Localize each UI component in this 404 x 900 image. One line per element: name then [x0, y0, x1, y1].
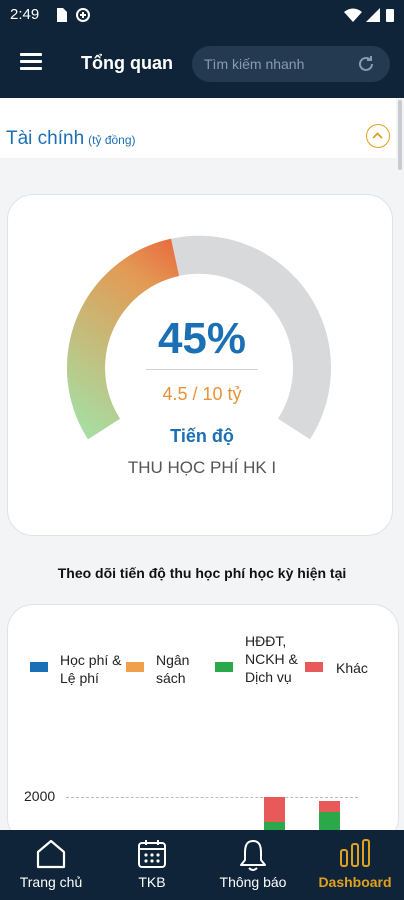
legend-item-research: HĐĐT, NCKH & Dịch vụ	[245, 633, 298, 685]
y-tick-label: 2000	[24, 788, 56, 804]
status-time: 2:49	[10, 6, 40, 23]
tracking-title: Theo dõi tiến độ thu học phí học kỳ hiện…	[57, 565, 347, 581]
nav-item-home[interactable]: Trang chủ	[10, 830, 92, 900]
bar-segment	[319, 801, 340, 812]
nav-label: Thông báo	[219, 874, 287, 890]
home-icon	[36, 839, 66, 869]
legend-swatch	[126, 662, 144, 672]
menu-icon[interactable]	[20, 53, 42, 73]
nav-label: Trang chủ	[19, 874, 83, 890]
page-title: Tổng quan	[81, 53, 173, 73]
bar-segment	[319, 812, 340, 830]
collapse-toggle-button[interactable]	[366, 124, 390, 148]
chevron-up-icon	[372, 132, 383, 139]
calendar-icon	[138, 840, 166, 868]
grid-line	[66, 797, 358, 798]
nav-label: TKB	[138, 874, 166, 890]
refresh-icon[interactable]	[356, 54, 376, 74]
finance-title-text: Tài chính	[6, 128, 85, 149]
legend-item-other: Khác	[336, 660, 368, 676]
top-app-bar: Tổng quan Tìm kiếm nhanh	[0, 30, 404, 98]
status-bar: 2:49	[0, 0, 404, 30]
bell-icon	[240, 840, 266, 871]
finance-section-header[interactable]: Tài chính (tỷ đồng)	[0, 98, 396, 158]
fee-label: THU HỌC PHÍ HK I	[127, 458, 277, 477]
signal-icon	[366, 8, 380, 22]
nav-item-timetable[interactable]: TKB	[118, 830, 186, 900]
legend-item-tuition: Học phí & Lệ phí	[60, 652, 122, 686]
legend-item-budget: Ngân sách	[156, 652, 190, 686]
legend-swatch	[30, 662, 48, 672]
nav-item-dashboard[interactable]: Dashboard	[308, 830, 402, 900]
wifi-icon	[344, 8, 362, 22]
battery-icon	[386, 9, 394, 22]
nav-label: Dashboard	[318, 874, 392, 890]
bottom-navigation: Trang chủ TKB Thông báo Dashboard	[0, 830, 404, 900]
bar-segment	[264, 797, 285, 822]
bar-segment	[264, 822, 285, 830]
legend-swatch	[305, 662, 323, 672]
finance-unit: (tỷ đồng)	[88, 133, 136, 147]
data-saver-icon	[76, 8, 90, 22]
search-input[interactable]: Tìm kiếm nhanh	[192, 46, 390, 82]
progress-label: Tiến độ	[170, 426, 234, 446]
divider	[146, 369, 258, 370]
progress-percent: 45%	[157, 314, 247, 363]
sim-card-icon	[57, 8, 67, 22]
nav-item-notifications[interactable]: Thông báo	[208, 830, 298, 900]
progress-amount: 4.5 / 10 tỷ	[162, 384, 242, 404]
bar-chart-icon	[340, 839, 370, 867]
scrollbar[interactable]	[398, 100, 402, 170]
finance-title: Tài chính (tỷ đồng)	[6, 128, 136, 150]
legend-swatch	[215, 662, 233, 672]
search-placeholder: Tìm kiếm nhanh	[204, 56, 305, 72]
chart-card	[7, 604, 399, 844]
